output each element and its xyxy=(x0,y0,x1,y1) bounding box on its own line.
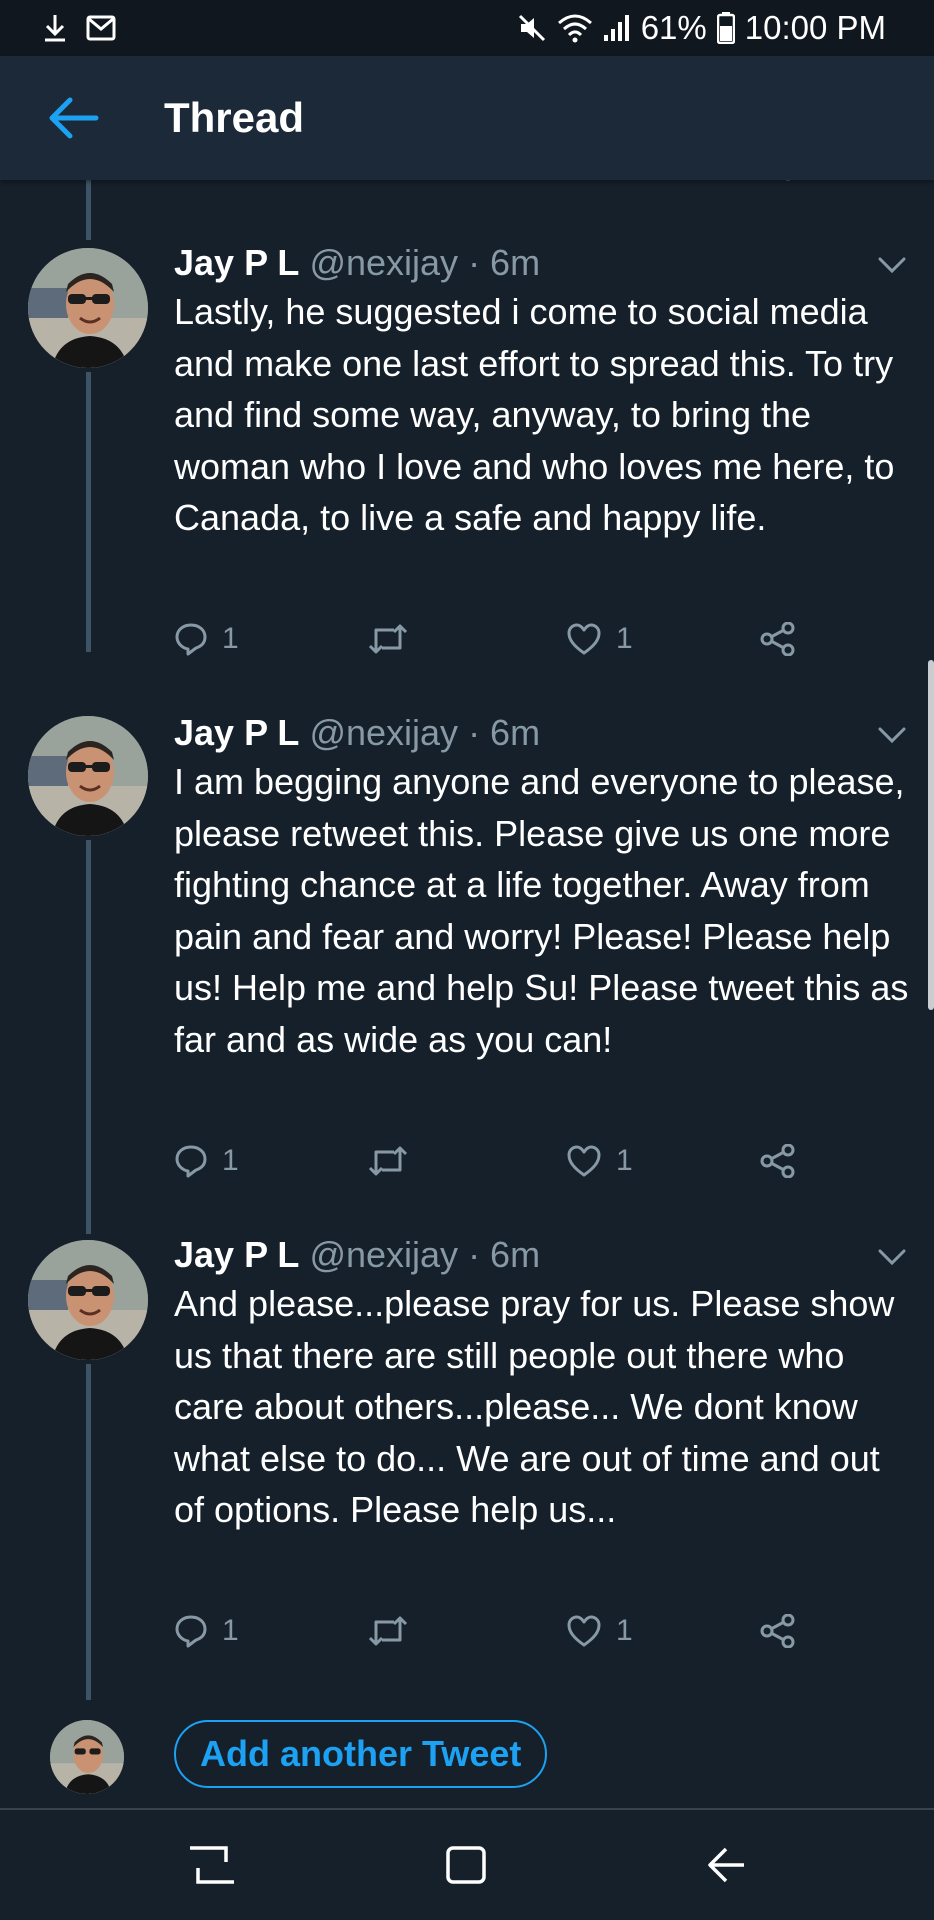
author-name[interactable]: Jay P L xyxy=(174,242,299,283)
share-icon xyxy=(760,1614,795,1648)
like-count: 1 xyxy=(616,1144,633,1177)
mute-icon xyxy=(517,13,547,43)
tweet-actions: 1 1 xyxy=(174,622,814,666)
chevron-down-icon xyxy=(878,1249,906,1266)
tweet-text: Lastly, he suggested i come to social me… xyxy=(174,291,895,538)
reply-count: 1 xyxy=(222,622,239,655)
tweet-actions: 1 1 xyxy=(174,1614,814,1658)
author-name[interactable]: Jay P L xyxy=(174,1234,299,1275)
download-icon xyxy=(42,13,68,43)
avatar[interactable] xyxy=(28,248,148,368)
like-icon xyxy=(567,623,601,655)
thread-connector xyxy=(86,1364,91,1700)
reply-count: 1 xyxy=(222,1144,239,1177)
scrollbar[interactable] xyxy=(928,660,934,1010)
tweet-actions: 1 1 xyxy=(174,1144,814,1188)
reply-button[interactable]: 1 xyxy=(174,1144,239,1178)
recents-button[interactable] xyxy=(184,1842,240,1893)
like-icon xyxy=(567,1615,601,1647)
share-icon xyxy=(760,1144,795,1178)
retweet-icon xyxy=(368,1146,408,1176)
reply-button[interactable]: 1 xyxy=(174,622,239,656)
back-button[interactable] xyxy=(44,94,100,142)
retweet-button[interactable] xyxy=(368,622,408,656)
reply-count: 1 xyxy=(222,1614,239,1647)
retweet-icon xyxy=(368,1616,408,1646)
previous-tweet-actions xyxy=(0,180,934,188)
retweet-button[interactable] xyxy=(368,1614,408,1648)
tweet-time: · 6m xyxy=(468,712,541,753)
recents-icon xyxy=(190,1846,234,1884)
like-icon xyxy=(567,1145,601,1177)
chevron-down-icon xyxy=(878,727,906,744)
avatar[interactable] xyxy=(50,1720,124,1794)
wifi-icon xyxy=(557,13,593,43)
app-header: Thread xyxy=(0,56,934,180)
battery-percent: 61% xyxy=(640,9,707,46)
thread-connector xyxy=(86,840,91,1234)
tweet-menu-button[interactable] xyxy=(876,254,908,276)
add-another-tweet-button[interactable]: Add another Tweet xyxy=(174,1720,548,1788)
home-icon xyxy=(446,1846,486,1884)
retweet-button[interactable] xyxy=(368,1144,408,1178)
chevron-down-icon xyxy=(878,257,906,274)
author-handle[interactable]: @nexijay xyxy=(309,242,458,283)
avatar[interactable] xyxy=(28,1240,148,1360)
author-handle[interactable]: @nexijay xyxy=(309,1234,458,1275)
like-button[interactable]: 1 xyxy=(566,622,633,656)
author-name[interactable]: Jay P L xyxy=(174,712,299,753)
share-button[interactable] xyxy=(760,622,796,656)
share-icon xyxy=(760,622,795,656)
system-back-button[interactable] xyxy=(704,1842,748,1893)
home-button[interactable] xyxy=(444,1842,488,1893)
reply-button[interactable]: 1 xyxy=(174,1614,239,1648)
signal-icon xyxy=(603,13,631,43)
reply-icon xyxy=(175,623,207,656)
tweet-menu-button[interactable] xyxy=(876,1246,908,1268)
back-nav-icon xyxy=(708,1847,744,1883)
thread-list[interactable]: Jay P L @nexijay · 6m Lastly, he suggest… xyxy=(0,180,934,1810)
tweet-text: And please...please pray for us. Please … xyxy=(174,1283,895,1530)
tweet-time: · 6m xyxy=(468,1234,541,1275)
like-button[interactable]: 1 xyxy=(566,1614,633,1648)
compose-row: Add another Tweet xyxy=(0,1710,934,1800)
battery-icon xyxy=(716,12,735,44)
avatar[interactable] xyxy=(28,716,148,836)
gmail-icon xyxy=(86,15,116,41)
clock: 10:00 PM xyxy=(744,9,886,46)
author-handle[interactable]: @nexijay xyxy=(309,712,458,753)
retweet-icon xyxy=(368,624,408,654)
back-arrow-icon xyxy=(49,97,99,139)
status-bar: 61% 10:00 PM xyxy=(0,0,934,56)
tweet-menu-button[interactable] xyxy=(876,724,908,746)
page-title: Thread xyxy=(164,94,305,141)
like-count: 1 xyxy=(616,622,633,655)
thread-connector xyxy=(86,372,91,652)
tweet-text: I am begging anyone and everyone to plea… xyxy=(174,761,909,1060)
share-button[interactable] xyxy=(760,1144,796,1178)
tweet-time: · 6m xyxy=(468,242,541,283)
system-nav-bar xyxy=(0,1810,934,1920)
like-count: 1 xyxy=(616,1614,633,1647)
thread-connector xyxy=(86,180,91,240)
share-button[interactable] xyxy=(760,1614,796,1648)
like-button[interactable]: 1 xyxy=(566,1144,633,1178)
reply-icon xyxy=(175,1145,207,1178)
reply-icon xyxy=(175,1615,207,1648)
